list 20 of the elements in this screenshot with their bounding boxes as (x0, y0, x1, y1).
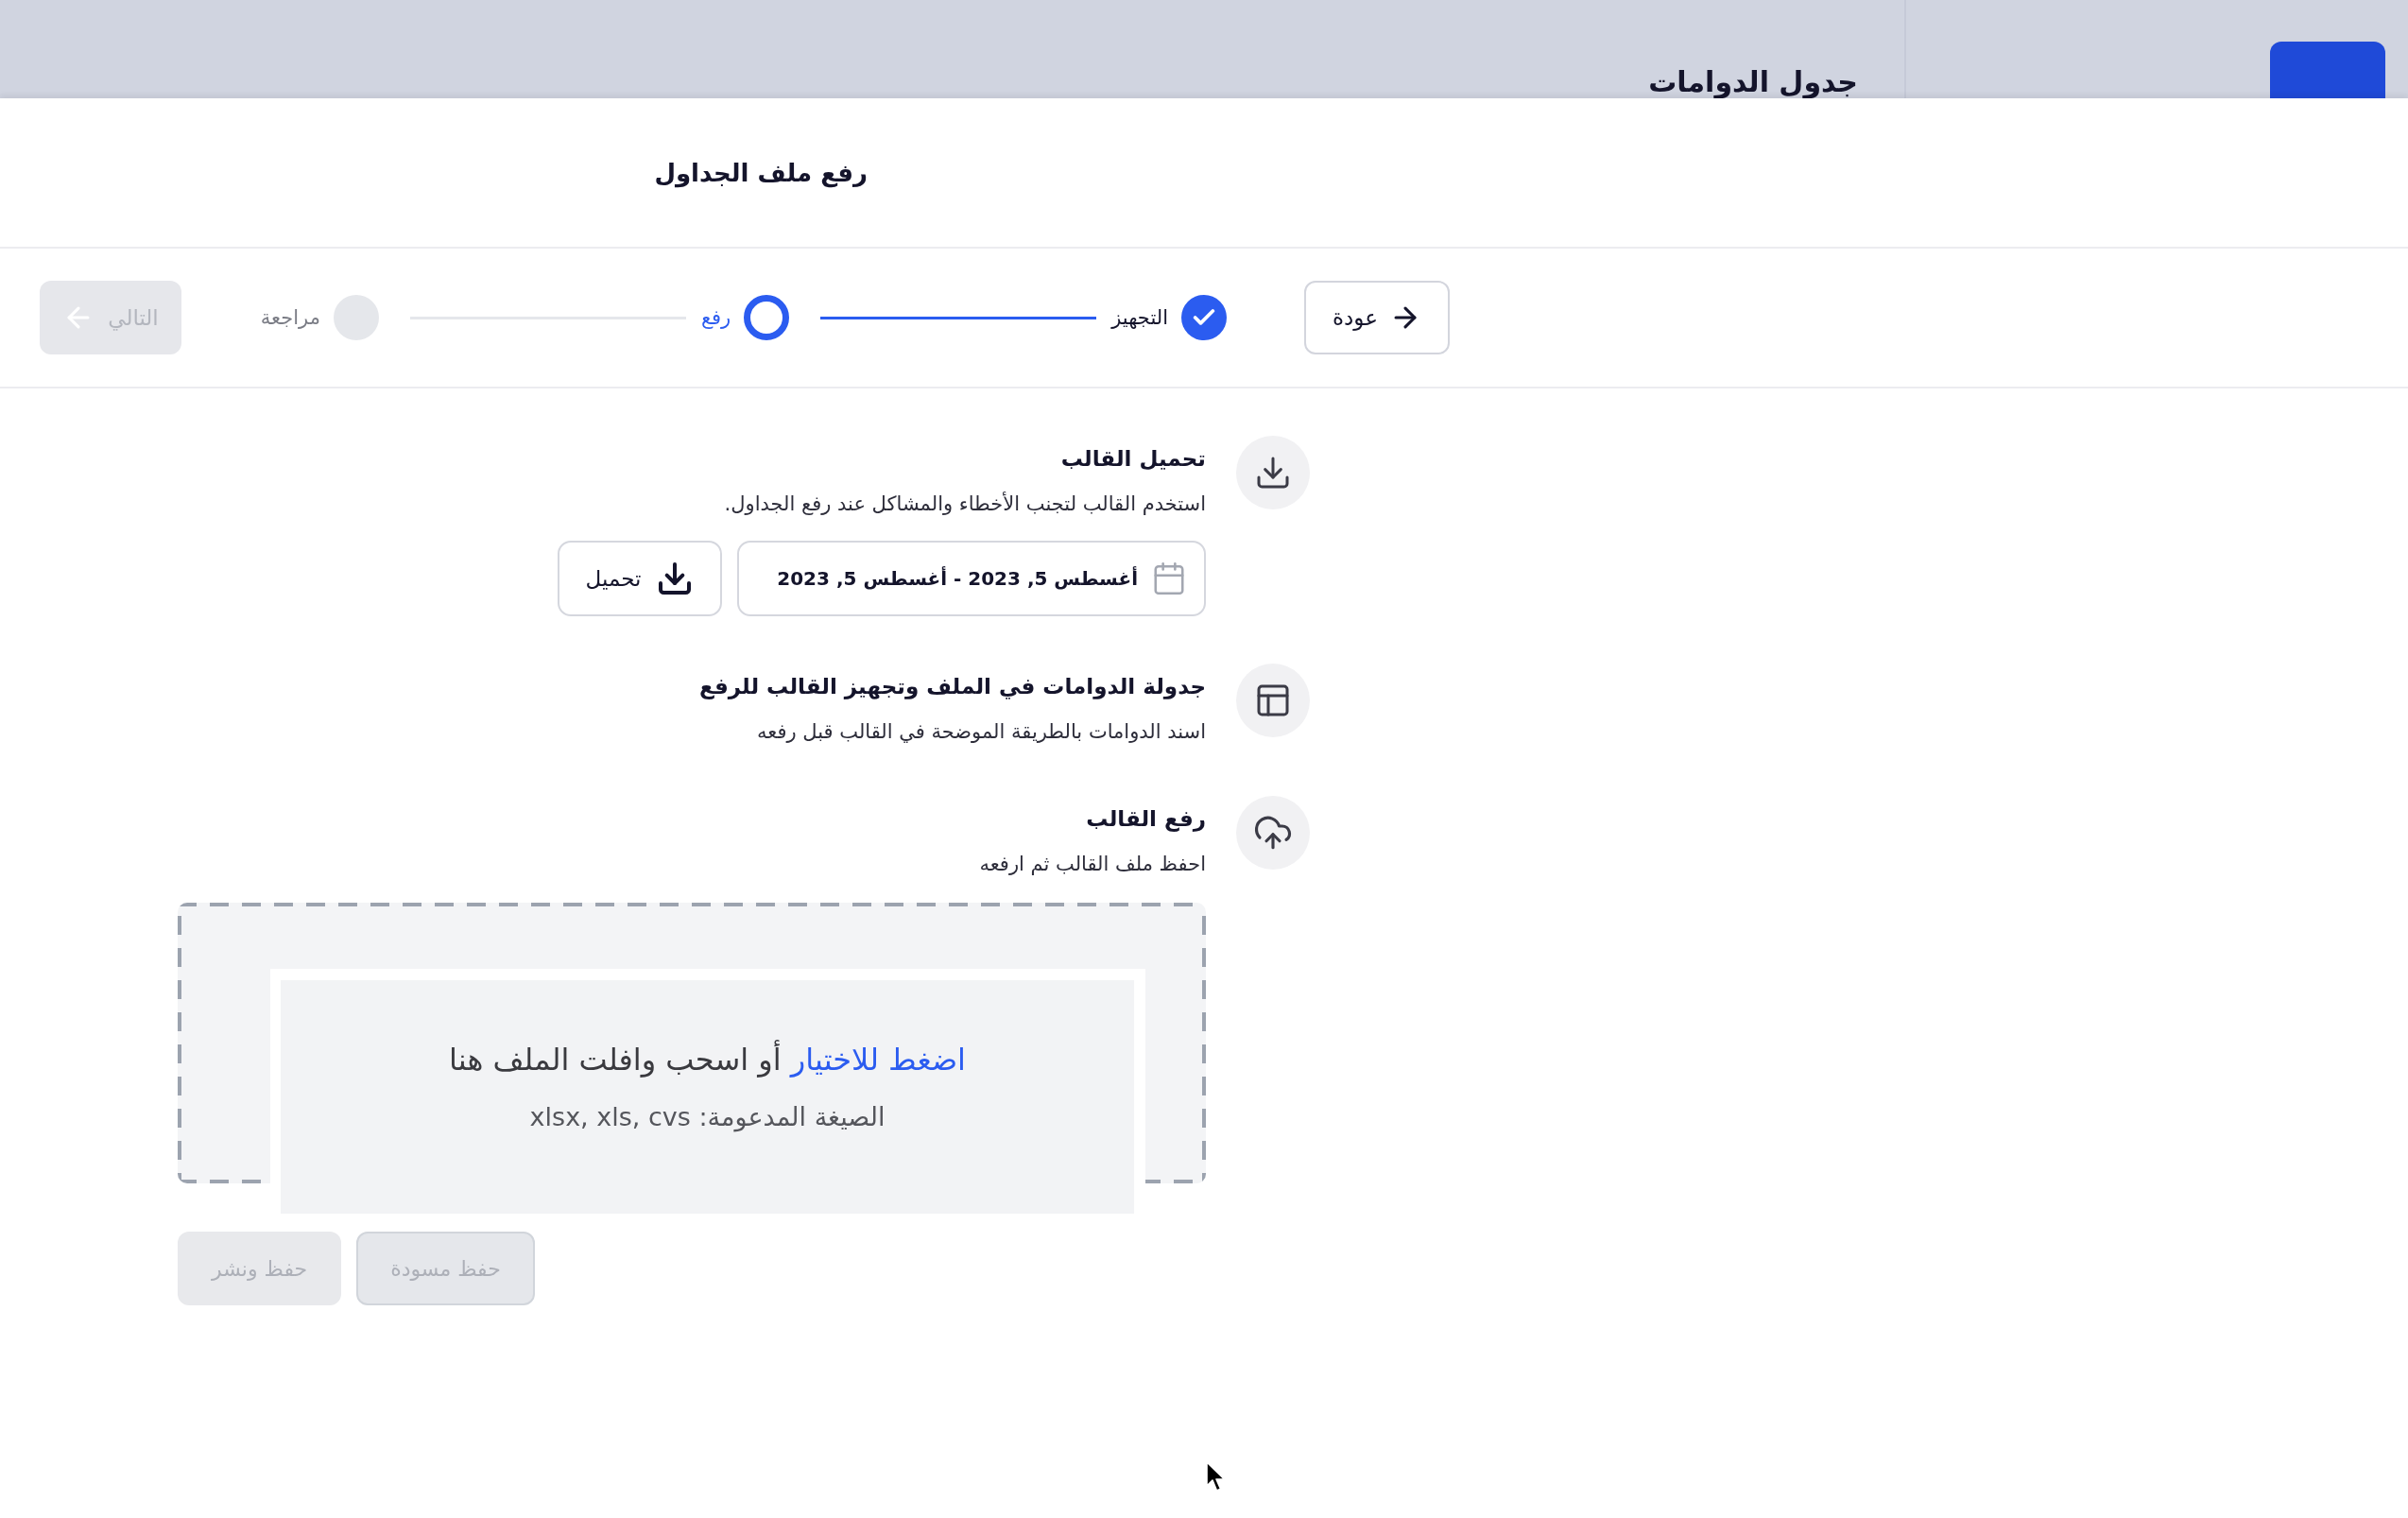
step-label: مراجعة (260, 306, 320, 329)
step-label: رفع (700, 306, 731, 329)
step-label: التجهيز (1111, 306, 1168, 329)
section-title: رفع القالب (1086, 805, 1206, 834)
date-range-value: أغسطس 5, 2023 - أغسطس 5, 2023 (777, 567, 1138, 590)
page-title: جدول الدوامات (1648, 65, 1858, 98)
section-description: استخدم القالب لتجنب الأخطاء والمشاكل عند رفع الجداول. (724, 491, 1206, 517)
choose-file-link[interactable]: اضغط للاختيار (790, 1042, 966, 1078)
calendar-icon (1151, 561, 1187, 596)
date-range-field[interactable]: أغسطس 5, 2023 - أغسطس 5, 2023 (737, 541, 1206, 616)
download-button[interactable]: تحميل (558, 541, 722, 616)
back-button[interactable]: عودة (1304, 281, 1450, 354)
dialog-title: رفع ملف الجداول (654, 158, 868, 187)
section-description: احفظ ملف القالب ثم ارفعه (979, 852, 1206, 877)
drop-instruction: اضغط للاختيار أو اسحب وافلت الملف هنا (449, 1039, 966, 1079)
section-title: جدولة الدوامات في الملف وتجهيز القالب للرفع (699, 673, 1206, 701)
supported-formats: الصيغة المدعومة: xlsx, xls, cvs (529, 1101, 886, 1134)
section-title: تحميل القالب (1060, 445, 1206, 473)
header-action-button[interactable] (2270, 42, 2385, 98)
section-description: اسند الدوامات بالطريقة الموضحة في القالب قبل رفعه (757, 719, 1206, 745)
